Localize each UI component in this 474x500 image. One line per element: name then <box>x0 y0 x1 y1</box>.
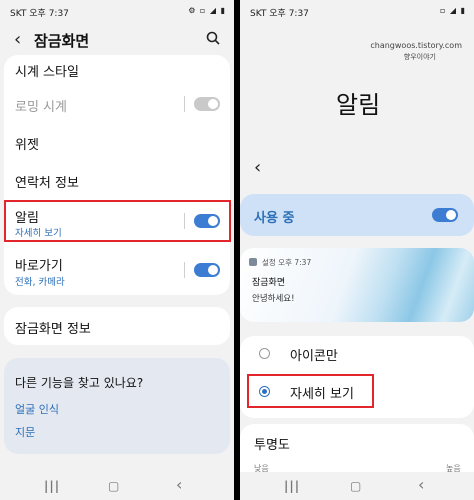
recents-icon[interactable]: ||| <box>44 479 60 493</box>
roaming-clock-item[interactable]: 로밍 시계 <box>15 96 67 115</box>
clock-style-item[interactable]: 시계 스타일 <box>15 61 79 80</box>
other-features-title: 다른 기능을 찾고 있나요? <box>15 376 144 390</box>
lockscreen-info-item[interactable]: 잠금화면 정보 <box>15 318 91 337</box>
icon-only-radio[interactable] <box>259 348 270 359</box>
preview-title: 잠금화면 <box>252 278 286 288</box>
divider <box>184 96 185 112</box>
back-nav-icon[interactable]: ‹ <box>418 475 424 494</box>
page-title: 알림 <box>336 91 381 119</box>
in-use-toggle[interactable] <box>432 208 458 222</box>
preview-app-time: 설정 오후 7:37 <box>262 258 312 267</box>
status-bar: SKT 오후 7:37 ▫ ◢ ▮ <box>240 0 474 22</box>
transparency-title: 투명도 <box>254 438 290 453</box>
page-title: 잠금화면 <box>34 32 90 50</box>
shortcut-toggle[interactable] <box>194 263 220 277</box>
status-bar: SKT 오후 7:37 ⚙ ▫ ◢ ▮ <box>0 0 234 22</box>
widget-item[interactable]: 위젯 <box>15 134 39 153</box>
highlight-box <box>247 374 374 408</box>
back-nav-icon[interactable]: ‹ <box>176 475 182 494</box>
preview-message: 안녕하세요! <box>252 294 295 304</box>
home-icon[interactable]: ▢ <box>108 479 119 493</box>
watermark-url: changwoos.tistory.com <box>370 41 462 50</box>
shortcut-subtitle: 전화, 카메라 <box>15 277 65 288</box>
recents-icon[interactable]: ||| <box>284 479 300 493</box>
roaming-clock-toggle[interactable] <box>194 97 220 111</box>
navigation-bar: ||| ▢ ‹ <box>240 472 474 500</box>
back-arrow-icon[interactable]: ‹ <box>14 29 21 50</box>
contact-info-item[interactable]: 연락처 정보 <box>15 172 79 191</box>
home-icon[interactable]: ▢ <box>350 479 361 493</box>
left-phone-screen: SKT 오후 7:37 ⚙ ▫ ◢ ▮ ‹ 잠금화면 시계 스타일 로밍 시계 … <box>0 0 234 500</box>
status-carrier-time: SKT 오후 7:37 <box>10 9 69 19</box>
navigation-bar: ||| ▢ ‹ <box>0 472 234 500</box>
shortcut-item[interactable]: 바로가기 <box>15 255 63 274</box>
back-arrow-icon[interactable]: ‹ <box>254 157 261 178</box>
settings-app-icon <box>249 258 257 266</box>
icon-only-option[interactable]: 아이콘만 <box>290 345 338 364</box>
in-use-label: 사용 중 <box>254 211 295 226</box>
watermark-name: 향우이야기 <box>403 53 436 61</box>
fingerprint-link[interactable]: 지문 <box>15 424 35 440</box>
status-carrier-time: SKT 오후 7:37 <box>250 9 309 19</box>
highlight-box <box>4 200 231 242</box>
status-icons: ▫ ◢ ▮ <box>439 6 466 15</box>
search-icon[interactable] <box>206 31 220 45</box>
right-phone-screen: SKT 오후 7:37 ▫ ◢ ▮ changwoos.tistory.com … <box>240 0 474 500</box>
face-recognition-link[interactable]: 얼굴 인식 <box>15 401 59 417</box>
status-icons: ⚙ ▫ ◢ ▮ <box>188 6 226 15</box>
divider <box>184 262 185 278</box>
